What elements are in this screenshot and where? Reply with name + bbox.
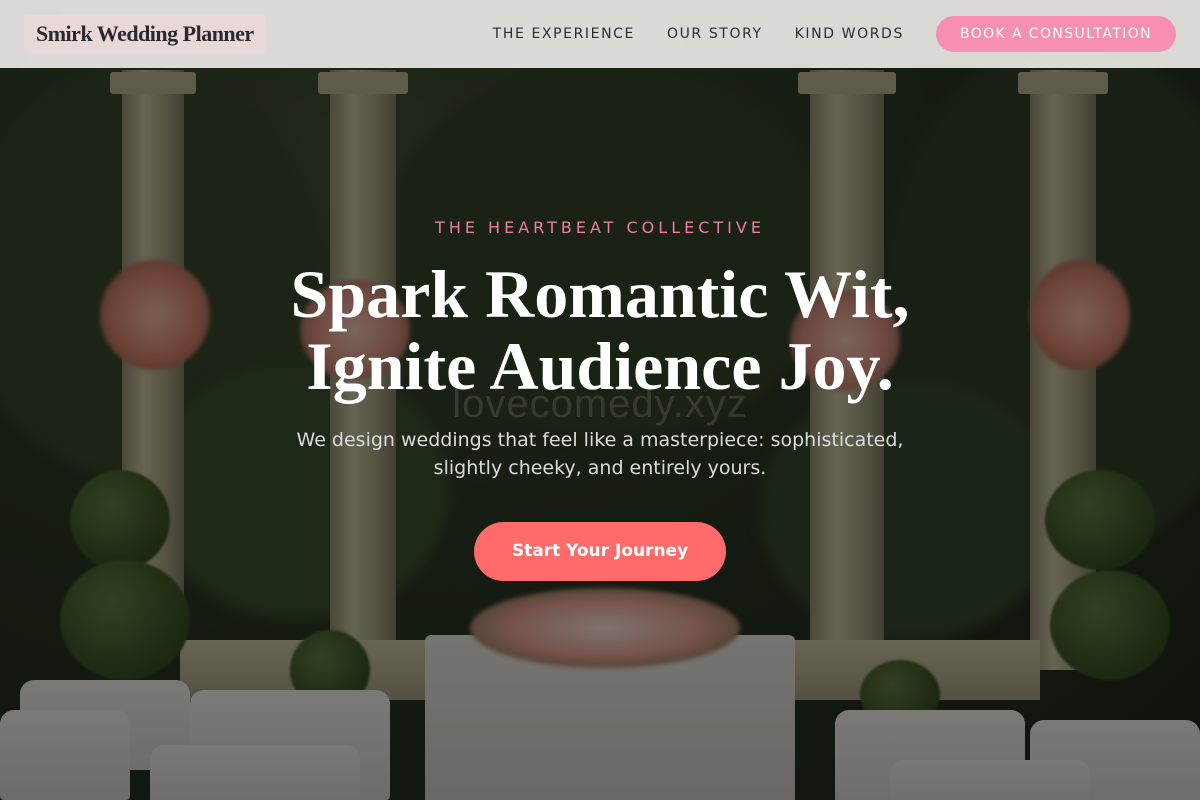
hero-subtext-line-2: slightly cheeky, and entirely yours. xyxy=(433,457,767,479)
hero-subtext-line-1: We design weddings that feel like a mast… xyxy=(296,429,904,451)
start-journey-button[interactable]: Start Your Journey xyxy=(474,522,726,581)
hero-eyebrow: THE HEARTBEAT COLLECTIVE xyxy=(435,218,765,237)
hero-subtext: We design weddings that feel like a mast… xyxy=(250,426,950,482)
hero-headline-line-1: Spark Romantic Wit, xyxy=(290,256,910,332)
hero-section: THE HEARTBEAT COLLECTIVE Spark Romantic … xyxy=(0,0,1200,800)
hero-headline-line-2: Ignite Audience Joy. xyxy=(306,328,894,404)
hero-headline: Spark Romantic Wit, Ignite Audience Joy. xyxy=(0,258,1200,402)
